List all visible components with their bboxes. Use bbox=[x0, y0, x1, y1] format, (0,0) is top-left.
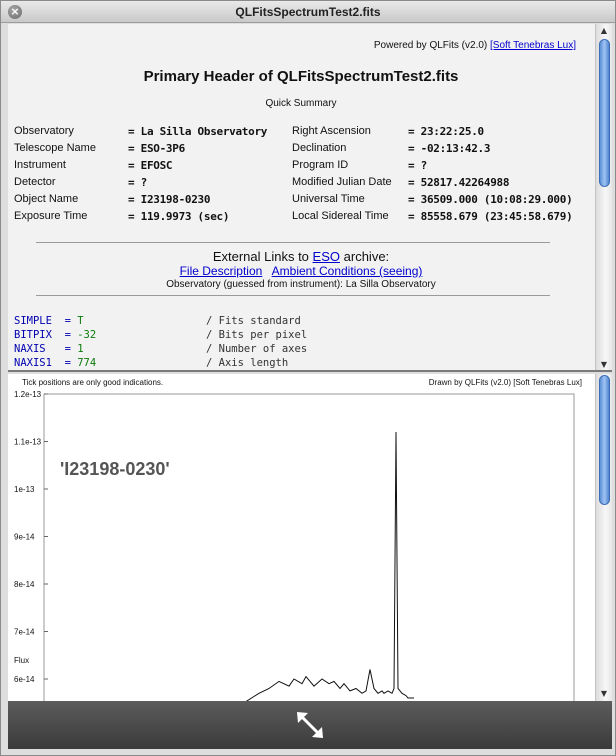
fits-key: BITPIX = bbox=[14, 329, 71, 341]
y-axis-label: Flux bbox=[14, 656, 29, 665]
y-tick-label: 1.2e-13 bbox=[14, 390, 42, 399]
page-title: Primary Header of QLFitsSpectrumTest2.fi… bbox=[143, 68, 459, 85]
fits-value: 774 bbox=[70, 357, 97, 369]
plot-frame bbox=[43, 393, 575, 701]
fits-key: NAXIS = bbox=[14, 343, 71, 355]
field-value: = 52817.42264988 bbox=[408, 176, 510, 189]
fits-header-line: NAXIS = 1 bbox=[14, 343, 84, 355]
chart-scrollbar[interactable]: ▼ bbox=[595, 374, 612, 701]
external-links-row: File Description Ambient Conditions (see… bbox=[8, 264, 594, 278]
field-label: Exposure Time bbox=[14, 210, 88, 222]
scroll-up-icon[interactable]: ▲ bbox=[596, 24, 612, 38]
field-label: Telescope Name bbox=[14, 142, 96, 154]
bottom-toolbar bbox=[8, 701, 612, 749]
divider bbox=[36, 242, 550, 243]
field-label: Program ID bbox=[292, 159, 349, 171]
fits-header-line: BITPIX = -32 bbox=[14, 329, 96, 341]
fits-value: T bbox=[70, 315, 84, 327]
field-value: = I23198-0230 bbox=[128, 193, 211, 206]
field-value: = La Silla Observatory bbox=[128, 125, 268, 138]
field-value: = 85558.679 (23:45:58.679) bbox=[408, 210, 573, 223]
y-tick-label: 8e-14 bbox=[14, 580, 35, 589]
window-title: QLFitsSpectrumTest2.fits bbox=[235, 5, 381, 19]
eso-link[interactable]: ESO bbox=[313, 249, 340, 264]
y-axis-ticks: 1.2e-13 1.1e-13 1e-13 9e-14 8e-14 7e-14 6e-14 bbox=[14, 390, 48, 684]
field-value: = 36509.000 (10:08:29.000) bbox=[408, 193, 573, 206]
field-value: = ? bbox=[408, 159, 427, 172]
field-value: = ESO-3P6 bbox=[128, 142, 185, 155]
fits-header-line: SIMPLE = T bbox=[14, 315, 84, 327]
field-label: Instrument bbox=[14, 159, 66, 171]
observatory-guess: Observatory (guessed from instrument): L… bbox=[166, 279, 436, 290]
fits-key: NAXIS1 = bbox=[14, 357, 71, 369]
field-value: = -02:13:42.3 bbox=[408, 142, 491, 155]
fits-value: 1 bbox=[70, 343, 84, 355]
spectrum-panel: Tick positions are only good indications… bbox=[8, 374, 612, 701]
resize-arrows-icon[interactable] bbox=[294, 709, 326, 741]
field-label: Universal Time bbox=[292, 193, 365, 205]
y-tick-label: 7e-14 bbox=[14, 628, 35, 637]
scroll-down-icon[interactable]: ▼ bbox=[596, 687, 612, 701]
field-value: = EFOSC bbox=[128, 159, 173, 172]
spectrum-chart: 1.2e-131.1e-131e-139e-148e-147e-146e-14 … bbox=[14, 390, 575, 701]
field-label: Right Ascension bbox=[292, 125, 371, 137]
fits-comment: / Fits standard bbox=[206, 315, 301, 327]
quick-summary-heading: Quick Summary bbox=[265, 98, 337, 109]
field-label: Observatory bbox=[14, 125, 74, 137]
quicklook-window: × QLFitsSpectrumTest2.fits Powered by QL… bbox=[0, 0, 616, 756]
powered-by-text: Powered by QLFits (v2.0) bbox=[373, 40, 488, 51]
field-value: = 119.9973 (sec) bbox=[128, 210, 230, 223]
field-label: Object Name bbox=[14, 193, 79, 205]
powered-by: Powered by QLFits (v2.0) [Soft Tenebras … bbox=[374, 40, 576, 51]
y-tick-label: 6e-14 bbox=[14, 675, 35, 684]
field-value: = 23:22:25.0 bbox=[408, 125, 484, 138]
field-value: = ? bbox=[128, 176, 147, 189]
external-links-heading: External Links to ESO archive: bbox=[8, 249, 594, 264]
archive-text: archive: bbox=[343, 249, 390, 264]
chart-scroll-thumb[interactable] bbox=[599, 375, 610, 505]
y-tick-label: 1e-13 bbox=[14, 485, 35, 494]
soft-tenebras-lux-link[interactable]: [Soft Tenebras Lux] bbox=[490, 40, 576, 51]
y-tick-label: 1.1e-13 bbox=[14, 438, 42, 447]
scroll-down-icon[interactable]: ▼ bbox=[596, 358, 612, 370]
header-scroll-thumb[interactable] bbox=[599, 39, 610, 187]
title-bar[interactable]: × QLFitsSpectrumTest2.fits bbox=[1, 1, 615, 23]
field-label: Detector bbox=[14, 176, 56, 188]
field-label: Local Sidereal Time bbox=[292, 210, 389, 222]
fits-comment: / Number of axes bbox=[206, 343, 308, 355]
header-content: Powered by QLFits (v2.0) [Soft Tenebras … bbox=[8, 24, 594, 370]
chart-title: 'I23198-0230' bbox=[60, 459, 170, 479]
fits-comment: / Bits per pixel bbox=[206, 329, 308, 341]
fits-key: SIMPLE = bbox=[14, 315, 71, 327]
header-panel: Powered by QLFits (v2.0) [Soft Tenebras … bbox=[8, 24, 612, 372]
external-links-text: External Links to bbox=[212, 249, 309, 264]
fits-comment: / Axis length bbox=[206, 357, 289, 369]
field-label: Declination bbox=[292, 142, 347, 154]
divider bbox=[36, 295, 550, 296]
fits-header-line: NAXIS1 = 774 bbox=[14, 357, 96, 369]
file-description-link[interactable]: File Description bbox=[180, 264, 263, 278]
ambient-conditions-link[interactable]: Ambient Conditions (seeing) bbox=[272, 264, 423, 278]
field-label: Modified Julian Date bbox=[292, 176, 392, 188]
y-tick-label: 9e-14 bbox=[14, 533, 35, 542]
fits-value: -32 bbox=[70, 329, 97, 341]
header-scrollbar[interactable]: ▲ ▼ bbox=[595, 24, 612, 370]
